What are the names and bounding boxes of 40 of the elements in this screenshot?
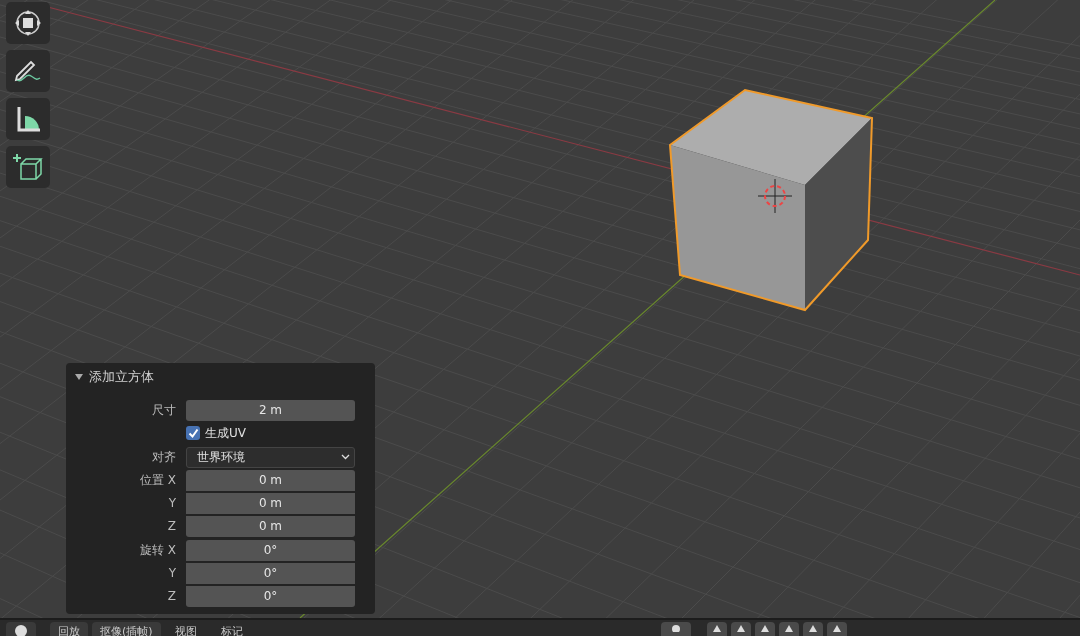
field-label: 对齐 <box>151 448 177 466</box>
chevron-down-icon <box>341 454 350 460</box>
checkbox-label: 生成UV <box>205 424 246 442</box>
playback-button[interactable] <box>826 622 847 636</box>
field-label: Z <box>166 519 177 533</box>
add-cube-tool-button[interactable] <box>6 146 50 188</box>
annotate-tool-button[interactable] <box>6 50 50 92</box>
playback-button[interactable] <box>730 622 751 636</box>
align-dropdown[interactable]: 世界环境 <box>186 446 355 468</box>
checkbox[interactable] <box>186 426 200 440</box>
rotation-field[interactable]: 0° <box>186 562 355 584</box>
playback-button[interactable] <box>802 622 823 636</box>
field-label: Z <box>166 589 177 603</box>
menu-dropdown[interactable]: 抠像(插帧) <box>92 622 161 636</box>
panel-title: 添加立方体 <box>89 368 154 386</box>
playback-button[interactable] <box>754 622 775 636</box>
record-button[interactable] <box>660 622 691 636</box>
field-label: Y <box>167 566 177 580</box>
size-field[interactable]: 2 m <box>186 399 355 421</box>
measure-tool-button[interactable] <box>6 98 50 140</box>
field-label: 尺寸 <box>151 401 177 419</box>
field-label: 位置 X <box>138 471 177 489</box>
menu-item[interactable]: 标记 <box>210 622 253 636</box>
location-field[interactable]: 0 m <box>186 515 355 537</box>
field-label: Y <box>167 496 177 510</box>
location-field[interactable]: 0 m <box>186 469 355 491</box>
rotation-field[interactable]: 0° <box>186 539 355 561</box>
add-cube-icon <box>13 152 43 182</box>
playback-button[interactable] <box>778 622 799 636</box>
rotation-field[interactable]: 0° <box>186 585 355 607</box>
location-field[interactable]: 0 m <box>186 492 355 514</box>
field-label: 旋转 X <box>138 541 177 559</box>
menu-dropdown[interactable]: 回放 <box>50 622 88 636</box>
checkmark-icon <box>187 427 199 439</box>
move-arrows-icon <box>14 9 42 37</box>
editor-type-button[interactable] <box>6 622 36 636</box>
transform-tool-button[interactable] <box>6 2 50 44</box>
playback-button[interactable] <box>706 622 727 636</box>
collapse-triangle-icon[interactable] <box>75 373 83 381</box>
menu-item[interactable]: 视图 <box>164 622 207 636</box>
